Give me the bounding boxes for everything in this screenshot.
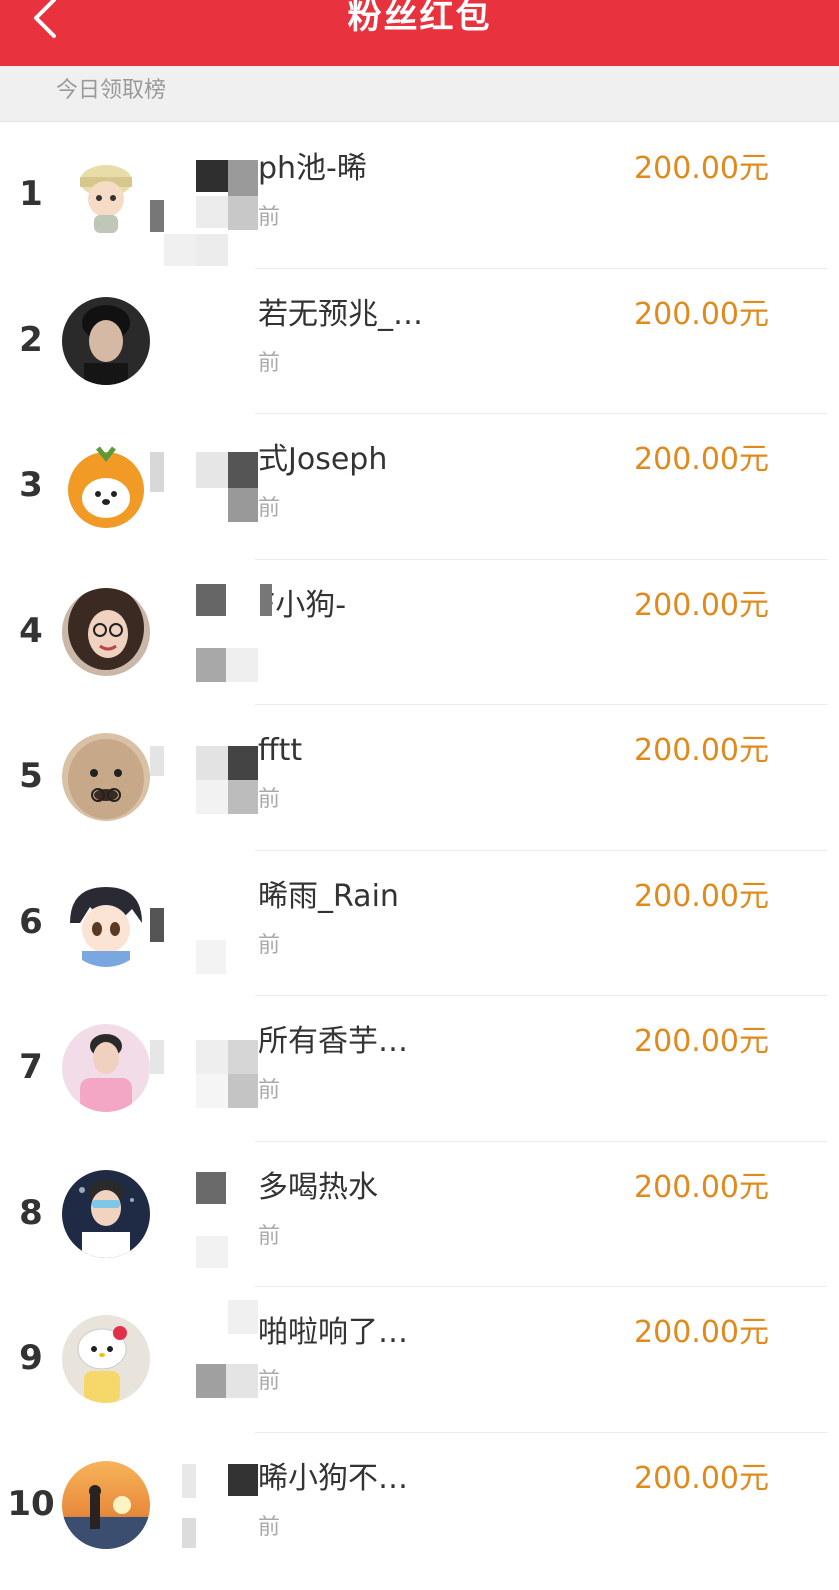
list-item[interactable]: 9 啪啦响了… 前 200.00元: [0, 1287, 839, 1433]
red-packet-amount: 200.00元: [634, 587, 769, 623]
red-packet-amount: 200.00元: [634, 1460, 769, 1496]
claim-time: 前: [258, 205, 281, 230]
list-item[interactable]: 7 所有香芋… 前 200.00元: [0, 996, 839, 1142]
rank-number: 2: [19, 319, 43, 360]
list-item[interactable]: 8 多喝热水前 200.00元: [0, 1142, 839, 1287]
rank-number: 9: [19, 1338, 43, 1378]
rank-number: 5: [19, 756, 43, 796]
red-packet-amount: 200.00元: [634, 1169, 769, 1205]
list-item[interactable]: 2 若无预兆_… 前 200.00元: [0, 269, 839, 414]
red-packet-amount: 200.00元: [634, 296, 769, 332]
list-item[interactable]: 1 ph池-晞前 200.00元: [0, 123, 839, 269]
claim-time: 前: [258, 787, 281, 812]
username: F小狗-: [258, 587, 347, 623]
username: 所有香芋…: [258, 1024, 408, 1059]
red-packet-amount: 200.00元: [634, 1315, 769, 1350]
claim-time: 前: [258, 1369, 281, 1394]
username: fftt: [258, 733, 303, 768]
plush-toy-avatar[interactable]: [62, 733, 150, 821]
section-bar: 今日领取榜: [0, 66, 839, 122]
username: 晞雨_Rain: [258, 878, 399, 914]
list-item[interactable]: 6 晞雨_Rain 前 200.00元: [0, 851, 839, 996]
claim-time: 前: [258, 350, 281, 376]
red-packet-amount: 200.00元: [634, 1024, 769, 1059]
username: 若无预兆_…: [258, 296, 423, 332]
man-portrait-avatar[interactable]: [62, 296, 150, 385]
list-item[interactable]: 5 fftt 前 200.00元: [0, 705, 839, 851]
cartoon-boy-avatar[interactable]: [62, 151, 150, 239]
pink-shirt-man-avatar[interactable]: [62, 1024, 150, 1112]
rank-number: 10: [7, 1483, 55, 1524]
claim-time: 前: [258, 1223, 281, 1249]
rank-number: 7: [19, 1047, 43, 1087]
username: ph池-晞: [258, 151, 367, 186]
claim-time: 前: [258, 1078, 281, 1103]
rank-number: 8: [19, 1192, 43, 1233]
page-title: 粉丝红包: [347, 0, 492, 37]
username: 式Joseph: [258, 442, 388, 477]
red-packet-amount: 200.00元: [634, 733, 769, 768]
claim-time: 前: [258, 496, 281, 521]
anime-boy-avatar[interactable]: [62, 878, 150, 967]
username: 多喝热水: [258, 1169, 378, 1205]
claim-time: 前: [258, 1514, 281, 1540]
red-packet-amount: 200.00元: [634, 151, 769, 186]
list-item[interactable]: 10 晞小狗不… 前 200.00元: [0, 1433, 839, 1579]
sunset-beach-avatar[interactable]: [62, 1460, 150, 1549]
leaderboard-list: 1 ph池-晞前 200.00元 2 若无预兆_… 前 200.00元 3 式Joseph 前 20…: [0, 123, 839, 1578]
username: 晞小狗不…: [258, 1460, 408, 1496]
hello-kitty-avatar[interactable]: [62, 1315, 150, 1403]
app-header: 粉丝红包: [0, 0, 839, 66]
rank-number: 6: [19, 901, 43, 942]
man-sunglasses-avatar[interactable]: [62, 1169, 150, 1258]
rank-number: 1: [19, 174, 43, 214]
section-label: 今日领取榜: [56, 78, 167, 103]
username: 啪啦响了…: [258, 1315, 408, 1350]
list-item[interactable]: 3 式Joseph 前 200.00元: [0, 414, 839, 560]
red-packet-amount: 200.00元: [634, 878, 769, 914]
rank-number: 3: [19, 465, 43, 505]
red-packet-amount: 200.00元: [634, 442, 769, 477]
claim-time: 前: [258, 932, 281, 958]
rank-number: 4: [19, 610, 43, 651]
list-item[interactable]: 4 F小狗- 200.00元: [0, 560, 839, 705]
girl-glasses-avatar[interactable]: [62, 587, 150, 676]
orange-bear-avatar[interactable]: [62, 442, 150, 530]
